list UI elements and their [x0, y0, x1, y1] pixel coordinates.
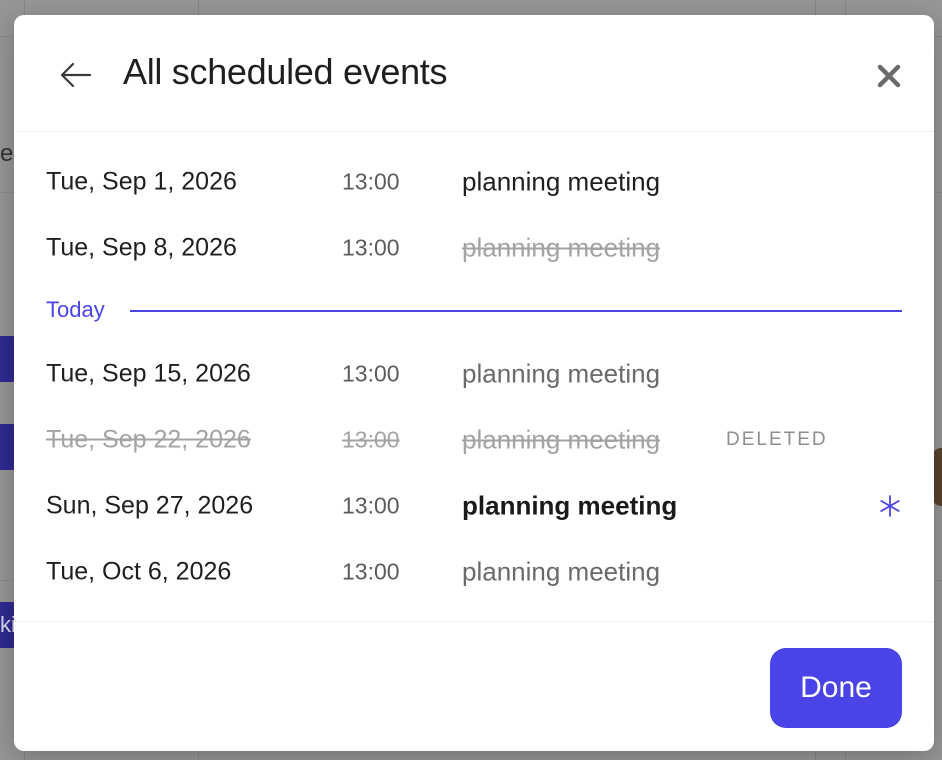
- event-time: 13:00: [342, 558, 400, 585]
- event-time: 13:00: [342, 234, 400, 261]
- event-name: planning meeting: [462, 358, 661, 389]
- back-button[interactable]: [56, 55, 96, 95]
- event-date: Tue, Oct 6, 2026: [46, 557, 232, 586]
- dialog-footer: Done: [14, 621, 934, 751]
- event-name: planning meeting: [462, 424, 661, 455]
- event-date: Tue, Sep 1, 2026: [46, 167, 237, 196]
- today-divider: Today: [46, 293, 902, 327]
- event-date: Tue, Sep 15, 2026: [46, 359, 251, 388]
- event-row[interactable]: Tue, Oct 6, 2026 13:00 planning meeting: [14, 539, 934, 605]
- event-date: Sun, Sep 27, 2026: [46, 491, 254, 520]
- event-date: Tue, Sep 22, 2026: [46, 425, 251, 454]
- today-line: [130, 310, 902, 312]
- close-button[interactable]: [872, 59, 906, 93]
- event-time: 13:00: [342, 360, 400, 387]
- event-name: planning meeting: [462, 490, 678, 521]
- event-row-modified[interactable]: Sun, Sep 27, 2026 13:00 planning meeting: [14, 473, 934, 539]
- event-row[interactable]: Tue, Sep 15, 2026 13:00 planning meeting: [14, 341, 934, 407]
- background-text-fragment: e: [0, 140, 14, 167]
- dialog-header: All scheduled events: [14, 15, 934, 132]
- event-row[interactable]: Tue, Sep 8, 2026 13:00 planning meeting: [14, 215, 934, 281]
- scheduled-events-dialog: All scheduled events Tue, Sep 1, 2026 13…: [14, 15, 934, 751]
- event-time: 13:00: [342, 168, 400, 195]
- event-row[interactable]: Tue, Sep 1, 2026 13:00 planning meeting: [14, 149, 934, 215]
- background-text-fragment: ki: [0, 612, 14, 637]
- close-icon: [877, 64, 901, 88]
- dialog-title: All scheduled events: [123, 51, 448, 92]
- arrow-left-icon: [60, 62, 92, 88]
- event-time: 13:00: [342, 492, 400, 519]
- asterisk-icon: [877, 493, 903, 519]
- deleted-badge: DELETED: [726, 429, 828, 450]
- today-label: Today: [46, 297, 105, 322]
- event-row-deleted[interactable]: Tue, Sep 22, 2026 13:00 planning meeting…: [14, 407, 934, 473]
- done-button[interactable]: Done: [770, 648, 902, 728]
- event-date: Tue, Sep 8, 2026: [46, 233, 237, 262]
- event-name: planning meeting: [462, 166, 661, 197]
- event-name: planning meeting: [462, 232, 661, 263]
- event-name: planning meeting: [462, 556, 661, 587]
- event-time: 13:00: [342, 426, 400, 453]
